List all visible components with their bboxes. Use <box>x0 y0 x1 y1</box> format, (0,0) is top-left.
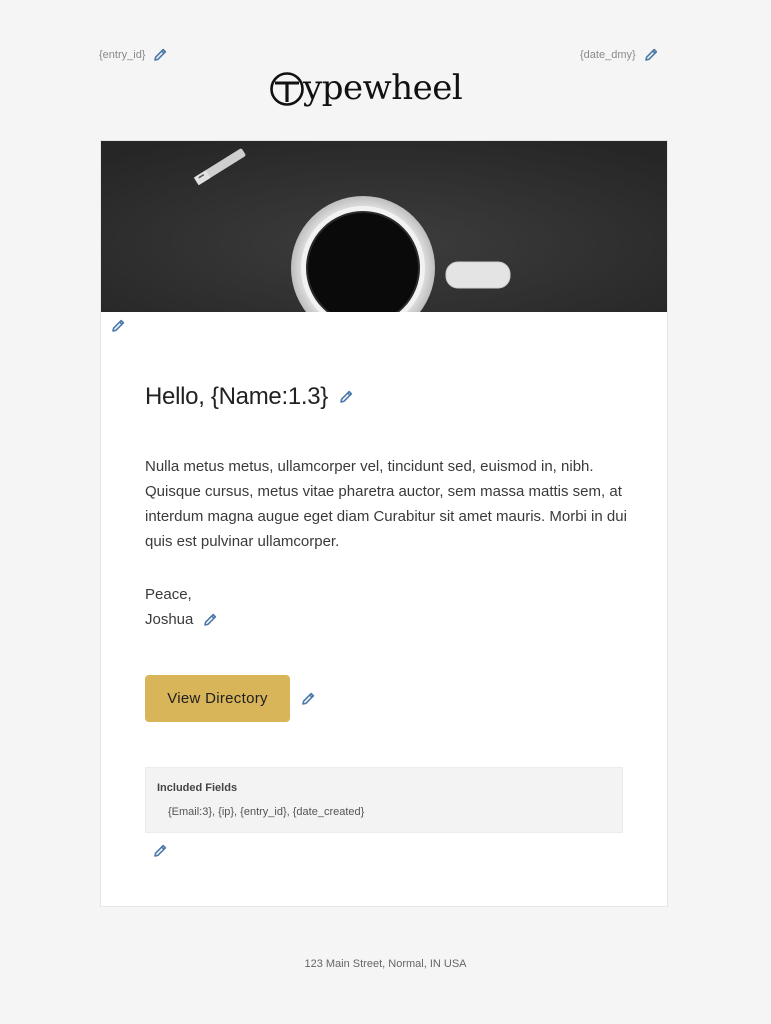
view-directory-button[interactable]: View Directory <box>145 675 290 722</box>
typewheel-logo: ypewheel <box>269 64 501 112</box>
signer-name: Joshua <box>145 611 194 628</box>
logo-wordmark: ypewheel <box>303 68 463 108</box>
body-paragraph: Nulla metus metus, ullamcorper vel, tinc… <box>145 458 627 550</box>
edit-signoff-pencil-icon[interactable] <box>202 612 218 628</box>
included-fields-list: {Email:3}, {ip}, {entry_id}, {date_creat… <box>168 806 365 818</box>
signoff-text: Peace, <box>145 586 192 603</box>
greeting-heading: Hello, {Name:1.3} <box>145 383 354 411</box>
email-card: Hello, {Name:1.3} Nulla metus metus, ull… <box>100 140 668 907</box>
included-fields-title: Included Fields <box>157 782 238 794</box>
greeting-text: Hello, {Name:1.3} <box>145 383 329 410</box>
entry-id-placeholder: {entry_id} <box>99 49 146 61</box>
footer-address: 123 Main Street, Normal, IN USA <box>304 958 467 970</box>
hero-image <box>101 141 667 312</box>
entry-id-meta: {entry_id} <box>99 47 168 63</box>
included-fields-box: Included Fields {Email:3}, {ip}, {entry_… <box>145 767 623 833</box>
date-placeholder: {date_dmy} <box>580 49 636 61</box>
button-row: View Directory <box>145 675 316 722</box>
edit-greeting-pencil-icon[interactable] <box>338 389 354 405</box>
signoff-block: Peace, Joshua <box>145 582 218 632</box>
date-meta: {date_dmy} <box>580 47 659 63</box>
edit-fields-pencil-icon[interactable] <box>152 843 168 859</box>
edit-date-pencil-icon[interactable] <box>643 47 659 63</box>
logo-t-circle-icon <box>270 72 304 106</box>
edit-hero-pencil-icon[interactable] <box>110 318 126 334</box>
edit-button-pencil-icon[interactable] <box>300 691 316 707</box>
edit-entry-id-pencil-icon[interactable] <box>152 47 168 63</box>
